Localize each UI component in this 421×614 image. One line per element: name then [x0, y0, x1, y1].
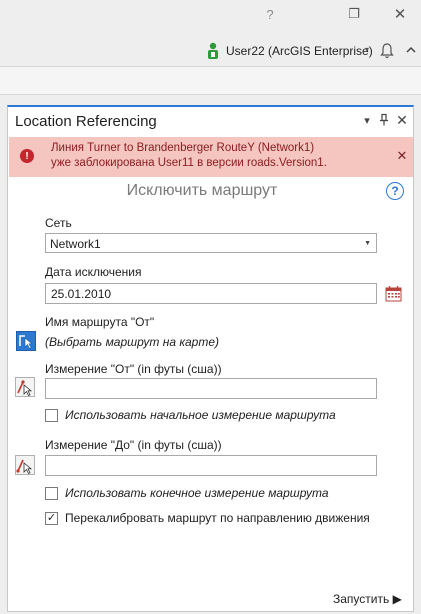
- pane-close-icon[interactable]: ✕: [395, 112, 409, 128]
- network-value: Network1: [50, 237, 101, 251]
- restore-button[interactable]: ❐: [340, 2, 368, 26]
- notification-bell-icon[interactable]: [379, 42, 395, 60]
- alert-line-2: уже заблокирована User11 в версии roads.…: [51, 157, 327, 169]
- user-bar: User22 (ArcGIS Enterprise) ▾: [0, 34, 421, 68]
- error-icon: !: [20, 149, 34, 163]
- network-dropdown[interactable]: Network1 ▼: [45, 233, 377, 253]
- run-button[interactable]: Запустить ▶: [333, 592, 402, 606]
- select-route-on-map-icon[interactable]: [16, 331, 36, 351]
- collapse-ribbon-icon[interactable]: [404, 42, 418, 58]
- user-name[interactable]: User22 (ArcGIS Enterprise): [226, 44, 373, 58]
- location-referencing-pane: Location Referencing ▾ ✕ ! Линия Turner …: [7, 105, 414, 612]
- from-measure-label: Измерение "От" (in футы (сша)): [45, 362, 222, 376]
- chevron-down-icon: ▼: [364, 240, 371, 247]
- use-start-measure-checkbox[interactable]: [45, 409, 58, 422]
- to-measure-input[interactable]: [46, 456, 376, 475]
- pane-menu-icon[interactable]: ▾: [360, 113, 374, 127]
- use-end-measure-checkbox[interactable]: [45, 487, 58, 500]
- lock-error-banner: ! Линия Turner to Brandenberger RouteY (…: [9, 137, 413, 177]
- pane-header: Location Referencing ▾ ✕: [8, 107, 413, 135]
- calendar-icon[interactable]: [385, 285, 402, 302]
- retire-date-label: Дата исключения: [45, 265, 142, 279]
- tool-title: Исключить маршрут: [126, 182, 278, 199]
- checkmark-icon: ✓: [46, 512, 57, 524]
- use-start-measure-label[interactable]: Использовать начальное измерение маршрут…: [65, 408, 336, 422]
- network-label: Сеть: [45, 216, 72, 230]
- user-menu-caret[interactable]: ▾: [365, 45, 369, 54]
- to-measure-field[interactable]: [45, 455, 377, 476]
- retire-date-field[interactable]: [45, 283, 377, 304]
- recalibrate-label[interactable]: Перекалибровать маршрут по направлению д…: [65, 511, 370, 525]
- retire-date-input[interactable]: [46, 284, 376, 303]
- ribbon-strip: [0, 67, 421, 95]
- pick-from-measure-icon[interactable]: [15, 377, 35, 397]
- use-end-measure-label[interactable]: Использовать конечное измерение маршрута: [65, 486, 329, 500]
- window-titlebar: ? ❐ ✕: [0, 0, 421, 30]
- from-route-hint[interactable]: (Выбрать маршрут на карте): [45, 335, 219, 349]
- user-icon: [208, 42, 218, 59]
- alert-line-1: Линия Turner to Brandenberger RouteY (Ne…: [51, 142, 315, 154]
- from-route-label: Имя маршрута "От": [45, 315, 155, 329]
- pane-title: Location Referencing: [15, 113, 157, 130]
- to-measure-label: Измерение "До" (in футы (сша)): [45, 438, 222, 452]
- from-measure-input[interactable]: [46, 379, 376, 398]
- tool-help-icon[interactable]: ?: [386, 182, 404, 200]
- recalibrate-checkbox[interactable]: ✓: [45, 512, 58, 525]
- dismiss-alert-icon[interactable]: ✕: [395, 148, 409, 163]
- alert-message: Линия Turner to Brandenberger RouteY (Ne…: [51, 141, 327, 171]
- pick-to-measure-icon[interactable]: [15, 455, 35, 475]
- close-window-button[interactable]: ✕: [386, 2, 414, 26]
- pin-icon[interactable]: [377, 113, 391, 127]
- from-measure-field[interactable]: [45, 378, 377, 399]
- help-button[interactable]: ?: [256, 2, 284, 26]
